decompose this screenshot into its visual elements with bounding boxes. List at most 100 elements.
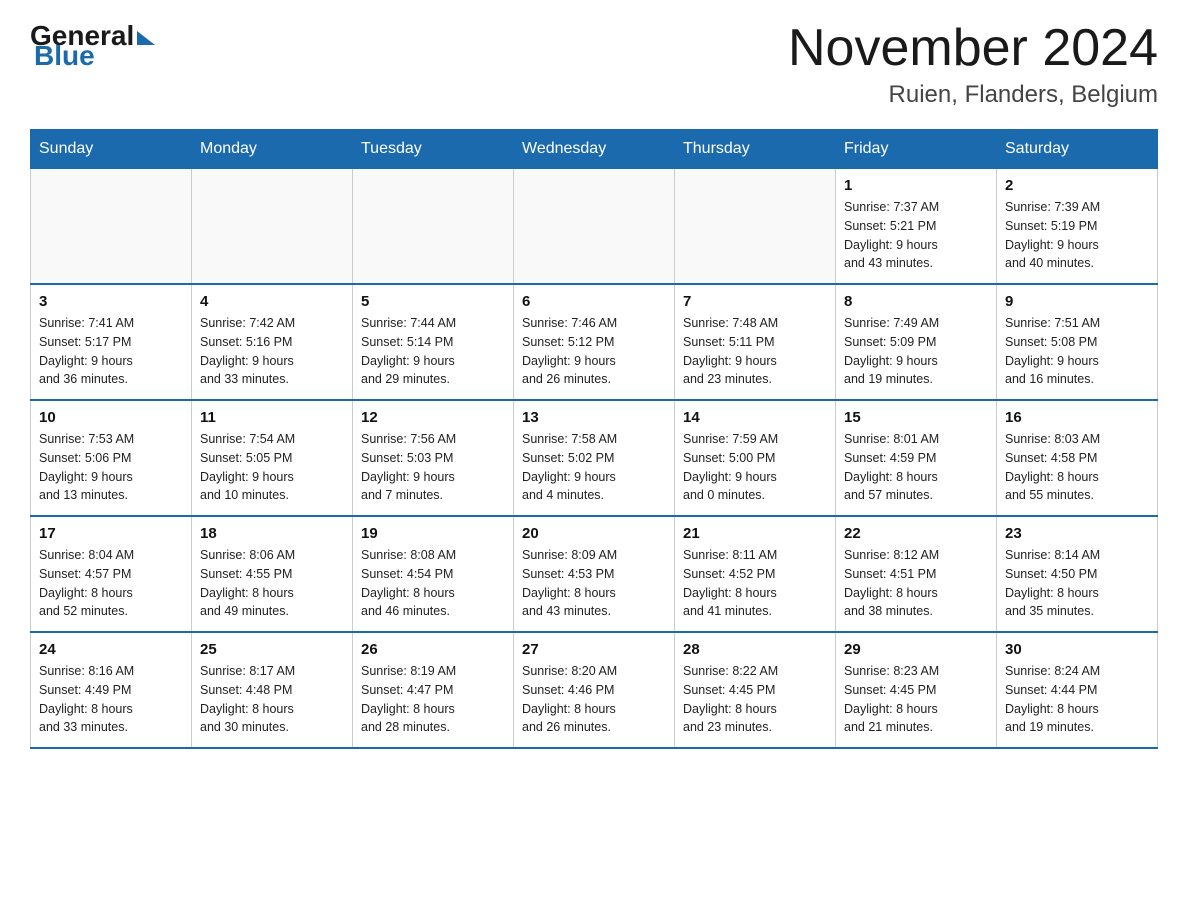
- day-number: 11: [200, 409, 344, 426]
- day-cell: [192, 169, 353, 285]
- day-number: 24: [39, 641, 183, 658]
- week-row-5: 24 Sunrise: 8:16 AM Sunset: 4:49 PM Dayli…: [31, 632, 1158, 748]
- logo: General Blue: [30, 20, 155, 72]
- day-cell: 23 Sunrise: 8:14 AM Sunset: 4:50 PM Dayli…: [997, 516, 1158, 632]
- day-number: 9: [1005, 293, 1149, 310]
- day-cell: 6Sunrise: 7:46 AM Sunset: 5:12 PM Daylig…: [514, 284, 675, 400]
- day-cell: 7 Sunrise: 7:48 AM Sunset: 5:11 PM Daylig…: [675, 284, 836, 400]
- day-number: 10: [39, 409, 183, 426]
- day-info: Sunrise: 7:44 AM Sunset: 5:14 PM Dayligh…: [361, 314, 505, 389]
- day-info: Sunrise: 7:58 AM Sunset: 5:02 PM Dayligh…: [522, 430, 666, 505]
- day-info: Sunrise: 8:16 AM Sunset: 4:49 PM Dayligh…: [39, 662, 183, 737]
- day-number: 22: [844, 525, 988, 542]
- day-number: 21: [683, 525, 827, 542]
- day-info: Sunrise: 8:09 AM Sunset: 4:53 PM Dayligh…: [522, 546, 666, 621]
- day-cell: 30 Sunrise: 8:24 AM Sunset: 4:44 PM Dayli…: [997, 632, 1158, 748]
- day-cell: 18 Sunrise: 8:06 AM Sunset: 4:55 PM Dayli…: [192, 516, 353, 632]
- day-cell: [675, 169, 836, 285]
- header-cell-saturday: Saturday: [997, 130, 1158, 169]
- day-cell: 16 Sunrise: 8:03 AM Sunset: 4:58 PM Dayli…: [997, 400, 1158, 516]
- day-number: 12: [361, 409, 505, 426]
- calendar-table: SundayMondayTuesdayWednesdayThursdayFrid…: [30, 129, 1158, 749]
- day-info: Sunrise: 7:39 AM Sunset: 5:19 PM Dayligh…: [1005, 198, 1149, 273]
- day-number: 18: [200, 525, 344, 542]
- day-info: Sunrise: 8:01 AM Sunset: 4:59 PM Dayligh…: [844, 430, 988, 505]
- day-number: 17: [39, 525, 183, 542]
- day-cell: 9 Sunrise: 7:51 AM Sunset: 5:08 PM Daylig…: [997, 284, 1158, 400]
- day-info: Sunrise: 8:14 AM Sunset: 4:50 PM Dayligh…: [1005, 546, 1149, 621]
- day-info: Sunrise: 7:37 AM Sunset: 5:21 PM Dayligh…: [844, 198, 988, 273]
- day-number: 3: [39, 293, 183, 310]
- day-number: 14: [683, 409, 827, 426]
- logo-triangle-icon: [137, 31, 155, 45]
- day-cell: 2 Sunrise: 7:39 AM Sunset: 5:19 PM Daylig…: [997, 169, 1158, 285]
- header-row: SundayMondayTuesdayWednesdayThursdayFrid…: [31, 130, 1158, 169]
- day-number: 29: [844, 641, 988, 658]
- day-number: 5: [361, 293, 505, 310]
- day-cell: 3 Sunrise: 7:41 AM Sunset: 5:17 PM Daylig…: [31, 284, 192, 400]
- day-number: 16: [1005, 409, 1149, 426]
- calendar-header: SundayMondayTuesdayWednesdayThursdayFrid…: [31, 130, 1158, 169]
- day-info: Sunrise: 8:19 AM Sunset: 4:47 PM Dayligh…: [361, 662, 505, 737]
- day-number: 30: [1005, 641, 1149, 658]
- day-number: 26: [361, 641, 505, 658]
- day-info: Sunrise: 8:20 AM Sunset: 4:46 PM Dayligh…: [522, 662, 666, 737]
- header-cell-friday: Friday: [836, 130, 997, 169]
- day-info: Sunrise: 7:53 AM Sunset: 5:06 PM Dayligh…: [39, 430, 183, 505]
- day-number: 4: [200, 293, 344, 310]
- day-number: 15: [844, 409, 988, 426]
- day-info: Sunrise: 8:04 AM Sunset: 4:57 PM Dayligh…: [39, 546, 183, 621]
- day-cell: 29 Sunrise: 8:23 AM Sunset: 4:45 PM Dayli…: [836, 632, 997, 748]
- header-cell-thursday: Thursday: [675, 130, 836, 169]
- day-info: Sunrise: 7:54 AM Sunset: 5:05 PM Dayligh…: [200, 430, 344, 505]
- day-cell: 17 Sunrise: 8:04 AM Sunset: 4:57 PM Dayli…: [31, 516, 192, 632]
- location-subtitle: Ruien, Flanders, Belgium: [788, 81, 1158, 109]
- day-number: 20: [522, 525, 666, 542]
- day-cell: 21 Sunrise: 8:11 AM Sunset: 4:52 PM Dayli…: [675, 516, 836, 632]
- day-info: Sunrise: 7:41 AM Sunset: 5:17 PM Dayligh…: [39, 314, 183, 389]
- day-cell: 20 Sunrise: 8:09 AM Sunset: 4:53 PM Dayli…: [514, 516, 675, 632]
- day-number: 2: [1005, 177, 1149, 194]
- day-cell: 4Sunrise: 7:42 AM Sunset: 5:16 PM Daylig…: [192, 284, 353, 400]
- day-info: Sunrise: 8:11 AM Sunset: 4:52 PM Dayligh…: [683, 546, 827, 621]
- day-cell: 12 Sunrise: 7:56 AM Sunset: 5:03 PM Dayli…: [353, 400, 514, 516]
- day-info: Sunrise: 8:12 AM Sunset: 4:51 PM Dayligh…: [844, 546, 988, 621]
- day-info: Sunrise: 8:24 AM Sunset: 4:44 PM Dayligh…: [1005, 662, 1149, 737]
- day-info: Sunrise: 7:49 AM Sunset: 5:09 PM Dayligh…: [844, 314, 988, 389]
- day-number: 25: [200, 641, 344, 658]
- day-cell: 27 Sunrise: 8:20 AM Sunset: 4:46 PM Dayli…: [514, 632, 675, 748]
- day-cell: [514, 169, 675, 285]
- day-number: 6: [522, 293, 666, 310]
- day-cell: 25 Sunrise: 8:17 AM Sunset: 4:48 PM Dayli…: [192, 632, 353, 748]
- week-row-1: 1 Sunrise: 7:37 AM Sunset: 5:21 PM Daylig…: [31, 169, 1158, 285]
- month-year-title: November 2024: [788, 20, 1158, 77]
- day-info: Sunrise: 7:56 AM Sunset: 5:03 PM Dayligh…: [361, 430, 505, 505]
- week-row-3: 10 Sunrise: 7:53 AM Sunset: 5:06 PM Dayli…: [31, 400, 1158, 516]
- day-number: 28: [683, 641, 827, 658]
- day-number: 27: [522, 641, 666, 658]
- day-cell: 26 Sunrise: 8:19 AM Sunset: 4:47 PM Dayli…: [353, 632, 514, 748]
- day-number: 23: [1005, 525, 1149, 542]
- week-row-4: 17 Sunrise: 8:04 AM Sunset: 4:57 PM Dayli…: [31, 516, 1158, 632]
- day-info: Sunrise: 8:06 AM Sunset: 4:55 PM Dayligh…: [200, 546, 344, 621]
- day-info: Sunrise: 7:51 AM Sunset: 5:08 PM Dayligh…: [1005, 314, 1149, 389]
- header-cell-wednesday: Wednesday: [514, 130, 675, 169]
- day-info: Sunrise: 7:48 AM Sunset: 5:11 PM Dayligh…: [683, 314, 827, 389]
- day-cell: 13 Sunrise: 7:58 AM Sunset: 5:02 PM Dayli…: [514, 400, 675, 516]
- header-cell-tuesday: Tuesday: [353, 130, 514, 169]
- day-cell: 11 Sunrise: 7:54 AM Sunset: 5:05 PM Dayli…: [192, 400, 353, 516]
- day-info: Sunrise: 8:03 AM Sunset: 4:58 PM Dayligh…: [1005, 430, 1149, 505]
- day-cell: 10 Sunrise: 7:53 AM Sunset: 5:06 PM Dayli…: [31, 400, 192, 516]
- day-info: Sunrise: 8:23 AM Sunset: 4:45 PM Dayligh…: [844, 662, 988, 737]
- day-info: Sunrise: 8:17 AM Sunset: 4:48 PM Dayligh…: [200, 662, 344, 737]
- day-number: 7: [683, 293, 827, 310]
- day-number: 19: [361, 525, 505, 542]
- title-block: November 2024 Ruien, Flanders, Belgium: [788, 20, 1158, 109]
- day-cell: 22 Sunrise: 8:12 AM Sunset: 4:51 PM Dayli…: [836, 516, 997, 632]
- day-info: Sunrise: 8:08 AM Sunset: 4:54 PM Dayligh…: [361, 546, 505, 621]
- day-number: 13: [522, 409, 666, 426]
- logo-blue-text: Blue: [34, 40, 95, 72]
- day-cell: 5 Sunrise: 7:44 AM Sunset: 5:14 PM Daylig…: [353, 284, 514, 400]
- day-number: 1: [844, 177, 988, 194]
- day-number: 8: [844, 293, 988, 310]
